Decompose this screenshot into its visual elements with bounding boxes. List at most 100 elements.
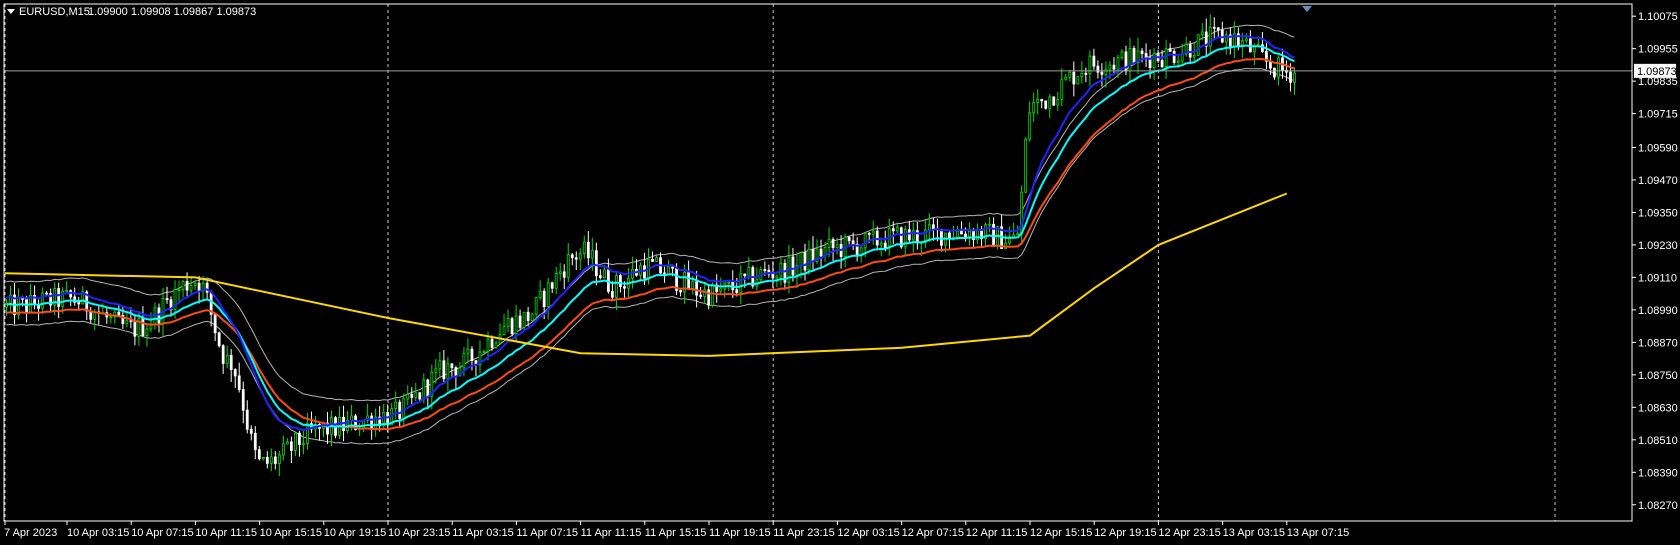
candle-body xyxy=(988,223,991,226)
candle-body xyxy=(57,288,61,307)
time-tick-label: 10 Apr 23:15 xyxy=(388,527,450,539)
candle-body xyxy=(117,311,121,316)
candle-body xyxy=(1196,34,1200,56)
price-tick-label: 1.08390 xyxy=(1638,467,1678,479)
candle-body xyxy=(883,242,887,249)
candle-body xyxy=(237,375,241,390)
candle-body xyxy=(233,369,237,377)
candle-body xyxy=(695,281,699,296)
price-tick-label: 1.08510 xyxy=(1638,435,1678,447)
candle-body xyxy=(566,254,570,278)
candle-body xyxy=(807,248,811,271)
candle-body xyxy=(550,282,554,289)
candle-body xyxy=(542,290,546,308)
candle-body xyxy=(671,266,674,269)
candle-body xyxy=(293,432,297,451)
time-tick-label: 10 Apr 07:15 xyxy=(131,527,193,539)
candle-body xyxy=(1108,64,1112,70)
candle-body xyxy=(506,318,510,327)
time-tick-label: 7 Apr 2023 xyxy=(4,527,57,539)
time-tick-label: 11 Apr 11:15 xyxy=(581,527,642,539)
candle-body xyxy=(394,401,398,409)
candle-body xyxy=(273,456,277,464)
candle-body xyxy=(229,355,233,370)
candle-body xyxy=(177,289,181,292)
candle-body xyxy=(490,338,494,348)
candle-body xyxy=(811,248,815,262)
candle-body xyxy=(907,229,911,241)
candle-body xyxy=(530,313,534,322)
candle-body xyxy=(1116,57,1120,70)
candle-body xyxy=(181,281,185,291)
candle-body xyxy=(619,275,622,288)
candle-body xyxy=(265,457,269,464)
candle-body xyxy=(1056,99,1060,106)
candle-body xyxy=(615,275,618,298)
candle-body xyxy=(418,392,422,400)
candle-body xyxy=(1293,72,1296,83)
price-tick-label: 1.08870 xyxy=(1638,337,1678,349)
price-tick-label: 1.09955 xyxy=(1638,44,1678,56)
candle-body xyxy=(245,409,249,430)
candle-body xyxy=(586,241,590,259)
candle-body xyxy=(277,454,281,464)
candle-body xyxy=(426,379,430,397)
candle-body xyxy=(306,423,309,444)
candle-body xyxy=(831,239,835,249)
candle-body xyxy=(370,415,374,430)
candle-body xyxy=(711,284,715,306)
candle-body xyxy=(510,318,514,335)
candle-body xyxy=(1100,71,1104,75)
candle-body xyxy=(735,289,739,293)
candle-body xyxy=(1212,26,1216,29)
candle-body xyxy=(125,320,129,324)
candle-body xyxy=(402,398,406,419)
candle-body xyxy=(289,441,293,451)
candle-body xyxy=(1172,51,1176,63)
candle-body xyxy=(803,252,807,271)
candle-body xyxy=(1060,79,1064,100)
candle-body xyxy=(1120,51,1124,58)
candle-body xyxy=(482,351,486,353)
candle-body xyxy=(189,285,193,291)
price-tick-label: 1.09470 xyxy=(1638,175,1678,187)
candle-body xyxy=(406,393,410,400)
candle-body xyxy=(582,241,586,254)
candle-body xyxy=(253,432,257,451)
candle-body xyxy=(1273,67,1276,78)
candle-body xyxy=(931,224,935,230)
time-tick-label: 11 Apr 19:15 xyxy=(709,527,771,539)
candle-body xyxy=(538,290,542,299)
candle-body xyxy=(518,315,522,328)
candle-body xyxy=(145,328,149,336)
candle-body xyxy=(871,230,875,235)
candle-body xyxy=(739,273,743,293)
candle-body xyxy=(699,294,703,297)
candle-body xyxy=(1200,31,1204,36)
time-tick-label: 12 Apr 03:15 xyxy=(837,527,899,539)
candle-body xyxy=(570,254,574,259)
time-tick-label: 12 Apr 11:15 xyxy=(966,527,1028,539)
candle-body xyxy=(1132,48,1136,63)
candle-body xyxy=(1192,54,1196,58)
candle-body xyxy=(1277,57,1280,78)
candle-body xyxy=(1188,44,1192,58)
candle-body xyxy=(1072,71,1076,85)
price-chart[interactable]: 1.10075 1.09955 1.09835 1.09715 1.09590 1.094… xyxy=(0,0,1680,545)
candle-body xyxy=(1032,101,1036,114)
candle-body xyxy=(791,256,795,276)
candle-body xyxy=(1216,27,1220,31)
candle-body xyxy=(1240,40,1244,46)
candle-body xyxy=(1080,72,1084,78)
candle-body xyxy=(895,227,899,232)
candle-body xyxy=(141,318,145,336)
candle-body xyxy=(863,232,867,249)
price-tick-label: 1.09230 xyxy=(1638,240,1678,252)
candle-body xyxy=(651,258,654,262)
candle-body xyxy=(927,224,931,231)
candle-body xyxy=(225,355,229,364)
candle-body xyxy=(1076,76,1080,85)
time-tick-label: 10 Apr 15:15 xyxy=(260,527,322,539)
candle-body xyxy=(446,363,450,380)
candle-body xyxy=(534,297,538,315)
